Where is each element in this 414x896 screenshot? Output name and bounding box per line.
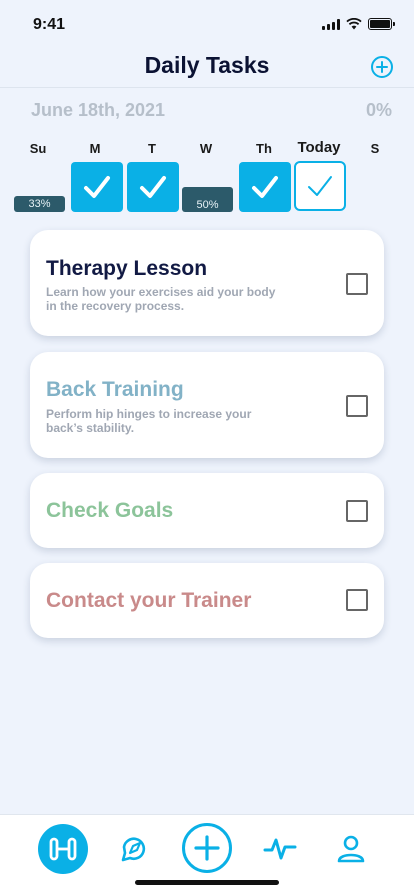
tab-workouts[interactable] [38, 824, 88, 874]
task-checkbox[interactable] [346, 273, 368, 295]
dumbbell-icon [49, 837, 77, 861]
day-label-today: Today [297, 139, 341, 156]
plus-icon [194, 835, 220, 861]
task-card[interactable]: Therapy Lesson Learn how your exercises … [30, 230, 384, 336]
day-progress-sunday[interactable]: 33% [14, 196, 65, 212]
day-complete-thursday[interactable] [239, 162, 291, 212]
tab-activity[interactable] [262, 832, 298, 866]
status-bar: 9:41 [0, 0, 414, 44]
day-label-saturday: S [370, 141, 380, 156]
day-label-sunday: Su [29, 141, 47, 156]
tab-explore[interactable] [116, 832, 152, 866]
current-date: June 18th, 2021 [31, 100, 166, 120]
home-indicator [135, 880, 279, 885]
wifi-icon [346, 18, 362, 30]
pulse-icon [263, 838, 297, 860]
task-card[interactable]: Contact your Trainer [30, 563, 384, 638]
task-card[interactable]: Back Training Perform hip hinges to incr… [30, 352, 384, 458]
task-checkbox[interactable] [346, 395, 368, 417]
checkmark-icon [252, 176, 278, 198]
battery-icon [368, 18, 395, 30]
day-label-monday: M [89, 141, 101, 156]
tab-profile[interactable] [333, 832, 369, 866]
day-progress-wednesday[interactable]: 50% [182, 187, 233, 212]
nav-header: Daily Tasks [0, 44, 414, 88]
status-icons [322, 18, 395, 30]
tab-add[interactable] [182, 823, 232, 873]
day-label-tuesday: T [148, 141, 156, 156]
day-complete-monday[interactable] [71, 162, 123, 212]
task-title: Check Goals [46, 499, 174, 522]
task-checkbox[interactable] [346, 500, 368, 522]
compass-icon [121, 837, 146, 862]
task-description: Learn how your exercises aid your body i… [46, 285, 276, 313]
plus-circle-icon [376, 61, 388, 73]
status-time: 9:41 [33, 16, 66, 33]
day-label-wednesday: W [199, 141, 213, 156]
task-title: Therapy Lesson [46, 257, 208, 280]
add-task-button[interactable] [371, 56, 393, 78]
cellular-signal-icon [322, 18, 340, 30]
task-title: Back Training [46, 378, 184, 401]
checkmark-outline-icon [308, 176, 332, 196]
task-checkbox[interactable] [346, 589, 368, 611]
date-summary: June 18th, 2021 0% [31, 100, 392, 121]
daily-percent: 0% [365, 100, 392, 120]
task-description: Perform hip hinges to increase your back… [46, 407, 252, 435]
task-card[interactable]: Check Goals [30, 473, 384, 548]
page-title: Daily Tasks [144, 52, 270, 78]
day-today[interactable] [294, 161, 346, 211]
day-complete-tuesday[interactable] [127, 162, 179, 212]
day-label-thursday: Th [256, 141, 272, 156]
checkmark-icon [140, 176, 166, 198]
checkmark-icon [84, 176, 110, 198]
user-icon [337, 835, 365, 863]
task-title: Contact your Trainer [46, 589, 252, 612]
